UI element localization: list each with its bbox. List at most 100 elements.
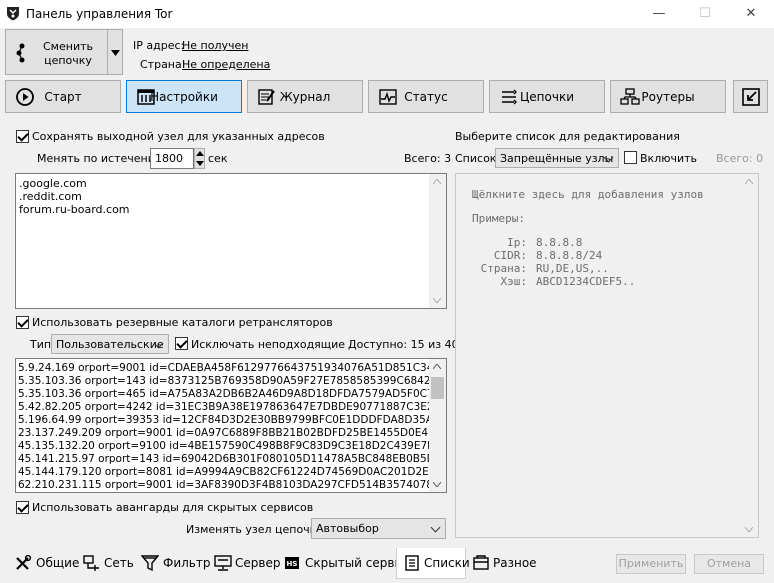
addresses-list: .google.com .reddit.com forum.ru-board.c… [19,177,130,216]
dropdown-arrow-icon [111,50,120,56]
list-label: Список [455,152,497,165]
cancel-button[interactable]: Отмена [694,554,764,574]
example-value: ABCD1234CDEF5.. [536,275,636,288]
change-after-input[interactable]: 1800 [150,148,194,169]
enable-label: Включить [640,152,698,165]
relay-line: 5.35.103.36 orport=465 id=A75A83A2DB6B2A… [18,388,429,400]
settings-label: Настройки [150,90,218,104]
relay-line: 5.9.24.169 orport=9001 id=CDAEBA458F6129… [18,362,429,374]
use-guards-label: Использовать авангарды для скрытых серви… [32,501,314,514]
use-fallback-label: Использовать резервные каталоги ретрансл… [32,316,333,329]
tor-app-icon [7,7,19,21]
compact-view-button[interactable] [733,80,768,113]
settings-button[interactable]: Настройки [126,80,242,113]
status-label: Статус [404,90,448,104]
chains-button[interactable]: Цепочки [489,80,605,113]
examples-label: Примеры: [472,212,525,225]
relay-line: 45.135.132.20 orport=9100 id=4BE157590C4… [18,440,429,452]
address-item: forum.ru-board.com [19,203,130,216]
enable-checkbox[interactable] [624,151,637,164]
change-chain-label-1: Сменить [43,40,93,53]
close-button[interactable]: ✕ [728,0,774,28]
example-value: RU,DE,US,.. [536,262,609,275]
journal-button[interactable]: Журнал [247,80,363,113]
tab-lists[interactable]: Списки [396,548,470,579]
chains-label: Цепочки [519,90,575,104]
example-key: Ip: [507,236,527,249]
server-icon [214,555,232,571]
relays-list: 5.9.24.169 orport=9001 id=CDAEBA458F6129… [16,362,429,490]
scroll-down-icon[interactable] [745,527,753,532]
filter-icon [141,555,159,571]
maximize-button[interactable]: ☐ [682,0,728,28]
type-select[interactable]: Пользовательские [51,334,169,354]
collapse-icon [742,88,760,106]
spin-down-icon [196,161,204,166]
save-exit-checkbox[interactable] [16,130,29,143]
scroll-up-icon[interactable] [433,179,441,184]
tab-misc[interactable]: Разное [467,550,537,577]
scroll-down-icon[interactable] [433,482,441,487]
change-chain-node-label: Изменять узел цепочки [186,523,324,536]
addresses-total: Всего: 3 [404,152,452,165]
relay-line: 45.141.215.97 orport=143 id=69042D6B301F… [18,453,429,465]
example-value: 8.8.8.8 [536,236,583,249]
nodes-list-area[interactable]: Щёлкните здесь для добавления узлов Прим… [455,173,759,538]
lists-icon [405,555,419,571]
window-title: Панель управления Tor [26,7,173,21]
scroll-thumb[interactable] [431,377,444,399]
country-label: Страна: [140,58,186,71]
tab-filter-label: Фильтр [163,556,211,570]
tab-network[interactable]: Сеть [77,550,134,577]
ip-value-link[interactable]: Не получен [182,39,248,52]
example-key: Хэш: [500,275,528,288]
choose-list-label: Выберите список для редактирования [455,130,680,143]
apply-button[interactable]: Применить [616,554,686,574]
minimize-button[interactable]: — [636,0,682,28]
tab-general-label: Общие [36,556,80,570]
change-chain-label-2: цепочку [44,54,92,67]
exclude-unsuitable-checkbox[interactable] [175,337,188,350]
scroll-up-icon[interactable] [745,179,753,184]
ip-label: IP адрес: [133,39,185,52]
relays-scrollbar[interactable] [429,359,446,492]
routers-button[interactable]: Роутеры [610,80,726,113]
svg-text:HS: HS [287,560,298,568]
title-bar: Панель управления Tor — ☐ ✕ [0,0,774,28]
add-nodes-hint: Щёлкните здесь для добавления узлов [472,188,704,201]
use-guards-checkbox[interactable] [16,501,29,514]
tab-filter[interactable]: Фильтр [135,550,211,577]
list-select[interactable]: Запрещённые узлы [495,148,619,168]
use-fallback-checkbox[interactable] [16,316,29,329]
exclude-unsuitable-label: Исключать неподходящие [191,338,346,351]
change-after-unit: сек [208,152,228,165]
change-chain-node-select[interactable]: Автовыбор [311,518,446,539]
addresses-scrollbar[interactable] [429,174,446,308]
addresses-textarea[interactable]: .google.com .reddit.com forum.ru-board.c… [15,173,447,309]
list-value: Запрещённые узлы [500,152,614,165]
chevron-down-icon [430,522,441,533]
tab-server[interactable]: Сервер [208,550,280,577]
relays-textarea[interactable]: 5.9.24.169 orport=9001 id=CDAEBA458F6129… [15,358,447,493]
start-button[interactable]: Старт [5,80,121,113]
tab-general[interactable]: Общие [8,550,80,577]
chain-nodes-icon [16,43,25,63]
change-after-spinner[interactable] [194,148,205,169]
address-item: .google.com [19,177,87,190]
hidden-service-icon: HS [285,557,299,569]
tab-hidden-service[interactable]: HS Скрытый сервис [278,550,409,577]
example-value: 8.8.8.8/24 [536,249,603,262]
change-chain-dropdown[interactable] [107,29,123,75]
scroll-up-icon[interactable] [433,364,441,369]
start-label: Старт [44,90,82,104]
country-value-link[interactable]: Не определена [182,58,270,71]
status-button[interactable]: Статус [368,80,484,113]
tab-misc-label: Разное [493,556,537,570]
nodes-scrollbar[interactable] [741,174,758,537]
change-after-label: Менять по истечении [37,152,163,165]
relay-line: 5.196.64.99 orport=39353 id=12CF84D3D2E3… [18,414,429,426]
scroll-down-icon[interactable] [433,298,441,303]
relay-line: 45.144.179.120 orport=8081 id=A9994A9CB8… [18,466,429,478]
change-chain-button[interactable]: Сменить цепочку [5,29,109,75]
misc-icon [473,555,489,570]
